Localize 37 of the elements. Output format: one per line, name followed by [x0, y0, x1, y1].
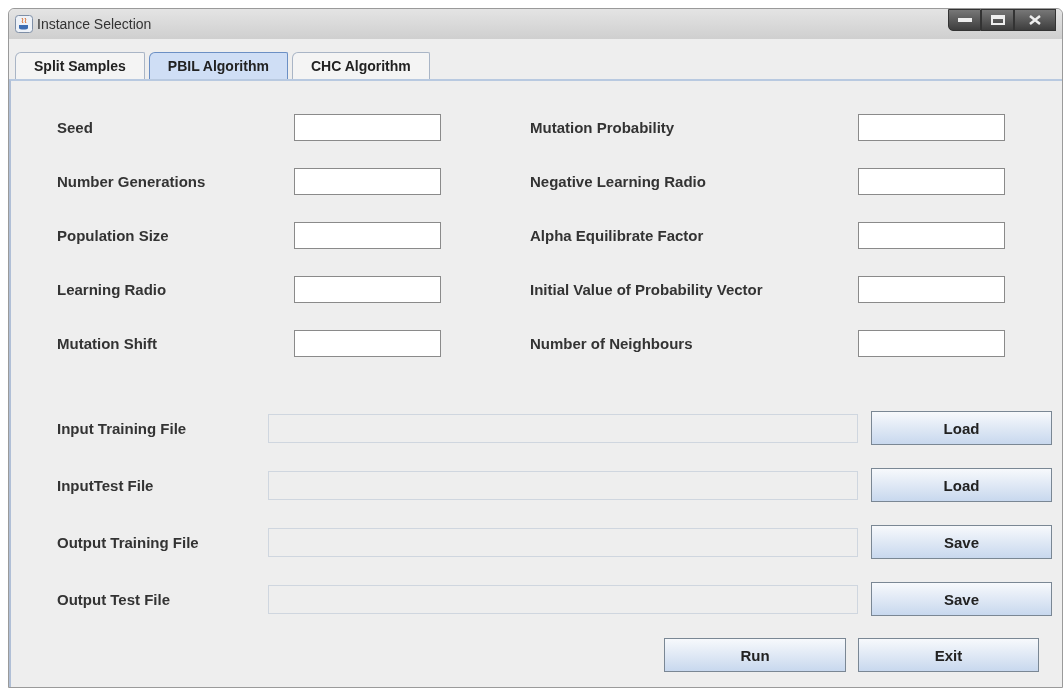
field-label: Learning Radio — [57, 281, 168, 298]
field-label: Mutation Shift — [57, 335, 158, 352]
minimize-icon — [957, 18, 972, 22]
maximize-icon — [990, 15, 1005, 25]
field-label: Number Generations — [57, 173, 207, 190]
minimize-button[interactable] — [948, 9, 981, 31]
field-label: InputTest File — [57, 476, 155, 494]
field-label: Negative Learning Radio — [530, 173, 707, 190]
input-field[interactable] — [858, 168, 1005, 195]
close-icon — [1029, 15, 1041, 25]
exit-button[interactable]: Exit — [858, 638, 1039, 672]
input-field[interactable] — [858, 276, 1005, 303]
input-field[interactable] — [294, 330, 441, 357]
field-label: Alpha Equilibrate Factor — [530, 227, 705, 244]
input-field[interactable] — [294, 114, 441, 141]
field-label: Initial Value of Probability Vector — [530, 281, 764, 298]
input-field[interactable] — [858, 222, 1005, 249]
tab[interactable]: PBIL Algorithm — [148, 52, 288, 79]
tab[interactable]: Split Samples — [15, 52, 145, 79]
field-label: Number of Neighbours — [530, 335, 694, 352]
window-title: Instance Selection — [37, 16, 153, 32]
run-button[interactable]: Run — [664, 638, 846, 672]
tab[interactable]: CHC Algorithm — [291, 52, 430, 79]
coffee-cup-icon — [15, 15, 33, 33]
input-field[interactable] — [858, 114, 1005, 141]
field-label: Mutation Probability — [530, 119, 676, 136]
input-field[interactable] — [294, 168, 441, 195]
close-button[interactable] — [1014, 9, 1056, 31]
input-field[interactable] — [294, 222, 441, 249]
field-label: Input Training File — [57, 419, 188, 437]
input-field[interactable] — [294, 276, 441, 303]
field-label: Seed — [57, 119, 94, 136]
maximize-button[interactable] — [981, 9, 1014, 31]
field-label: Output Training File — [57, 533, 200, 551]
field-label: Population Size — [57, 227, 170, 244]
field-label: Output Test File — [57, 590, 172, 608]
input-field[interactable] — [858, 330, 1005, 357]
